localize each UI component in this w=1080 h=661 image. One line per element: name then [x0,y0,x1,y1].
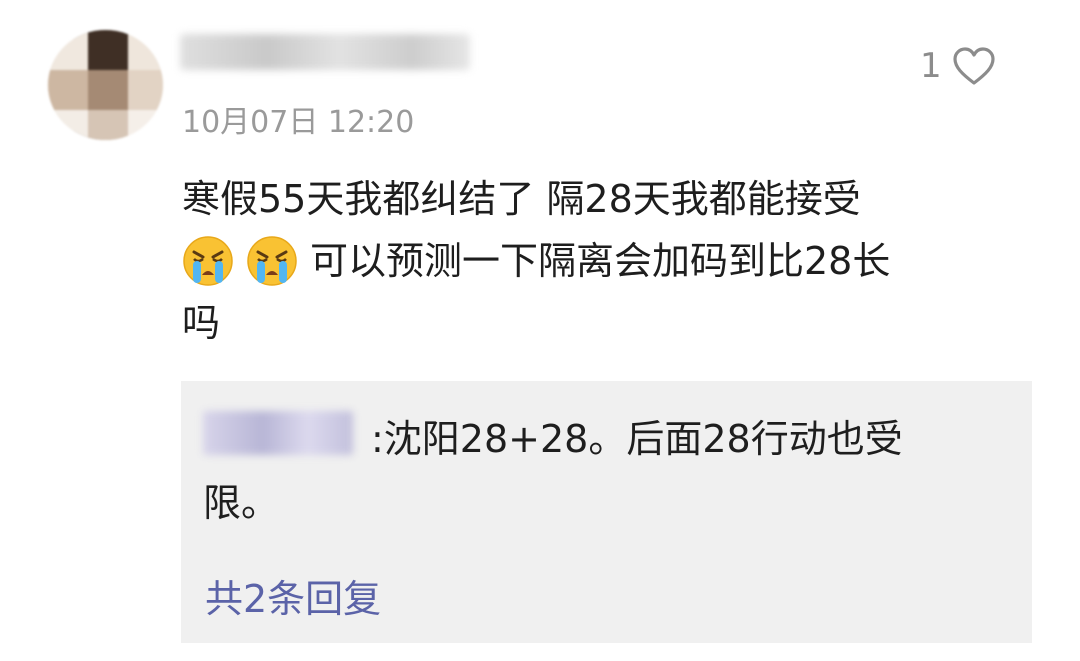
heart-outline-icon [953,47,995,85]
like-count: 1 [920,46,942,86]
like-button[interactable]: 1 [920,46,996,86]
comment-timestamp: 10月07日 12:20 [182,105,415,140]
reply-text-block: :沈阳28+28。后面28行动也受限。 [203,407,963,535]
crying-face-emoji [247,236,297,286]
comment-line: 寒假55天我都纠结了 隔28天我都能接受 [182,177,861,221]
username-blurred[interactable] [180,34,470,70]
avatar[interactable] [48,30,163,140]
comment-line: 吗 [182,301,221,345]
crying-face-emoji [183,236,233,286]
reply-preview-box[interactable]: :沈阳28+28。后面28行动也受限。 共2条回复 [181,381,1032,643]
comment-line: 可以预测一下隔离会加码到比28长 [182,230,1012,292]
comment-body: 寒假55天我都纠结了 隔28天我都能接受 可以预测一下隔离会加码到比28长 吗 [182,168,1012,354]
view-more-replies-link[interactable]: 共2条回复 [205,568,381,623]
reply-text: :沈阳28+28。后面28行动也受限。 [203,417,903,525]
